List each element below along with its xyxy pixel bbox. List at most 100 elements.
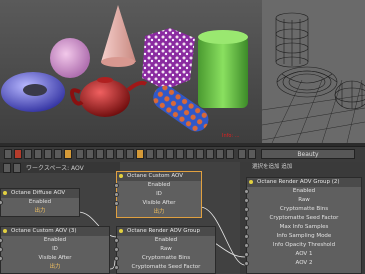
node-row[interactable]: Enabled	[114, 236, 215, 245]
stop-render-button[interactable]	[14, 149, 22, 159]
node-title: Octane Custom AOV (3)	[11, 228, 77, 234]
node-render-aov-group-header: Octane Render AOV Group	[117, 227, 215, 236]
row-label: AOV 2	[295, 260, 313, 266]
wireframe-viewport[interactable]	[262, 0, 365, 143]
node-custom-aov-3[interactable]: Octane Custom AOV (3) Enabled ID Visible…	[0, 226, 110, 274]
row-label: Enabled	[154, 237, 178, 243]
input-port-icon[interactable]	[244, 189, 249, 194]
toolbar-button-4[interactable]	[34, 149, 42, 159]
wireframe-scene	[262, 12, 365, 143]
input-port-icon[interactable]	[244, 225, 249, 230]
node-row[interactable]: AOV 2	[244, 259, 361, 268]
node-row[interactable]: Visible After	[0, 254, 109, 263]
node-render-aov-group-2[interactable]: Octane Render AOV Group (2) Enabled Raw …	[244, 177, 362, 274]
node-diffuse-aov-header: Octane Diffuse AOV	[1, 189, 79, 198]
node-row[interactable]: Cryptomatte Bins	[114, 254, 215, 263]
input-port-icon[interactable]	[114, 256, 119, 261]
node-row[interactable]: Cryptomatte Seed Factor	[114, 263, 215, 272]
row-label: Cryptomatte Seed Factor	[131, 264, 201, 270]
node-title: Octane Render AOV Group	[127, 228, 200, 234]
node-row[interactable]: Info Sampling Mode	[244, 232, 361, 241]
svg-text:Info: ...: Info: ...	[222, 133, 240, 139]
node-row[interactable]: ID	[114, 190, 201, 199]
toolbar-button-1[interactable]	[4, 149, 12, 159]
toolbar-button-22[interactable]	[216, 149, 224, 159]
node-row[interactable]: Info Opacity Threshold	[244, 241, 361, 250]
toolbar-button-17[interactable]	[166, 149, 174, 159]
node-editor[interactable]: ワークスペース: AOV 選択を追加 追加 Octane Diffuse AOV…	[0, 162, 365, 274]
node-custom-aov[interactable]: Octane Custom AOV Enabled ID Visible Aft…	[114, 171, 202, 218]
toolbar-button-6[interactable]	[54, 149, 62, 159]
node-row[interactable]: Visible After	[114, 199, 201, 208]
toolbar-button-19[interactable]	[186, 149, 194, 159]
node-row[interactable]: Cryptomatte Bins	[244, 205, 361, 214]
node-row[interactable]: Enabled	[244, 187, 361, 196]
input-port-icon[interactable]	[114, 265, 119, 270]
row-label: Cryptomatte Bins	[141, 255, 191, 261]
node-row[interactable]: Enabled	[0, 198, 79, 207]
toolbar-button-18[interactable]	[176, 149, 184, 159]
toolbar-button-15[interactable]	[146, 149, 154, 159]
node-custom-aov-3-header: Octane Custom AOV (3)	[1, 227, 109, 236]
toolbar-button-12[interactable]	[116, 149, 124, 159]
node-row[interactable]: Max Info Samples	[244, 223, 361, 232]
input-port-icon[interactable]	[114, 183, 119, 188]
node-output-row[interactable]: 出力	[117, 208, 201, 217]
row-label: Max Info Samples	[279, 224, 329, 230]
node-row[interactable]: Cryptomatte Seed Factor	[244, 214, 361, 223]
row-label: 出力	[34, 208, 46, 214]
render-viewport[interactable]: Info: ...	[0, 0, 262, 143]
row-label: Cryptomatte Seed Factor	[269, 215, 339, 221]
node-row[interactable]: Enabled	[114, 181, 201, 190]
toolbar-button-21[interactable]	[206, 149, 214, 159]
toolbar-button-9[interactable]	[86, 149, 94, 159]
node-output-row[interactable]: 出力	[1, 207, 79, 216]
toolbar-button-24[interactable]	[238, 149, 246, 159]
toolbar-button-20[interactable]	[196, 149, 204, 159]
input-port-icon[interactable]	[114, 201, 119, 206]
row-label: ID	[52, 246, 58, 252]
input-port-icon[interactable]	[244, 234, 249, 239]
toolbar-button-5[interactable]	[44, 149, 52, 159]
toolbar-button-14[interactable]	[136, 149, 144, 159]
input-port-icon[interactable]	[114, 192, 119, 197]
node-render-aov-group[interactable]: Octane Render AOV Group Enabled Raw Cryp…	[114, 226, 216, 274]
toolbar-button-13[interactable]	[126, 149, 134, 159]
toolbar-button-11[interactable]	[106, 149, 114, 159]
toolbar-button-10[interactable]	[96, 149, 104, 159]
node-output-row[interactable]: 出力	[1, 263, 109, 272]
input-port-icon[interactable]	[114, 247, 119, 252]
node-title: Octane Render AOV Group (2)	[257, 179, 340, 185]
node-status-icon	[119, 229, 123, 233]
row-label: Cryptomatte Bins	[279, 206, 329, 212]
toolbar-button-23[interactable]	[226, 149, 234, 159]
input-port-icon[interactable]	[0, 238, 3, 243]
node-status-icon	[3, 229, 7, 233]
node-render-aov-group-2-header: Octane Render AOV Group (2)	[247, 178, 361, 187]
node-row[interactable]: Raw	[244, 196, 361, 205]
patterned-cube	[142, 28, 195, 90]
input-port-icon[interactable]	[114, 238, 119, 243]
input-port-icon[interactable]	[244, 216, 249, 221]
input-port-icon[interactable]	[244, 252, 249, 257]
input-port-icon[interactable]	[244, 243, 249, 248]
input-port-icon[interactable]	[244, 198, 249, 203]
input-port-icon[interactable]	[0, 256, 3, 261]
toolbar-button-8[interactable]	[76, 149, 84, 159]
node-diffuse-aov[interactable]: Octane Diffuse AOV Enabled 出力	[0, 188, 80, 217]
toolbar-button-7[interactable]	[64, 149, 72, 159]
toolbar-button-16[interactable]	[156, 149, 164, 159]
input-port-icon[interactable]	[244, 207, 249, 212]
toolbar-button-3[interactable]	[24, 149, 32, 159]
node-row[interactable]: AOV 1	[244, 250, 361, 259]
red-teapot	[80, 79, 130, 117]
node-row[interactable]: Raw	[114, 245, 215, 254]
toolbar-button-25[interactable]	[248, 149, 256, 159]
node-row[interactable]: Enabled	[0, 236, 109, 245]
input-port-icon[interactable]	[0, 247, 3, 252]
node-row[interactable]: ID	[0, 245, 109, 254]
input-port-icon[interactable]	[0, 200, 3, 205]
row-label: 出力	[153, 209, 165, 215]
render-pass-select[interactable]: Beauty	[261, 149, 355, 159]
input-port-icon[interactable]	[244, 261, 249, 266]
